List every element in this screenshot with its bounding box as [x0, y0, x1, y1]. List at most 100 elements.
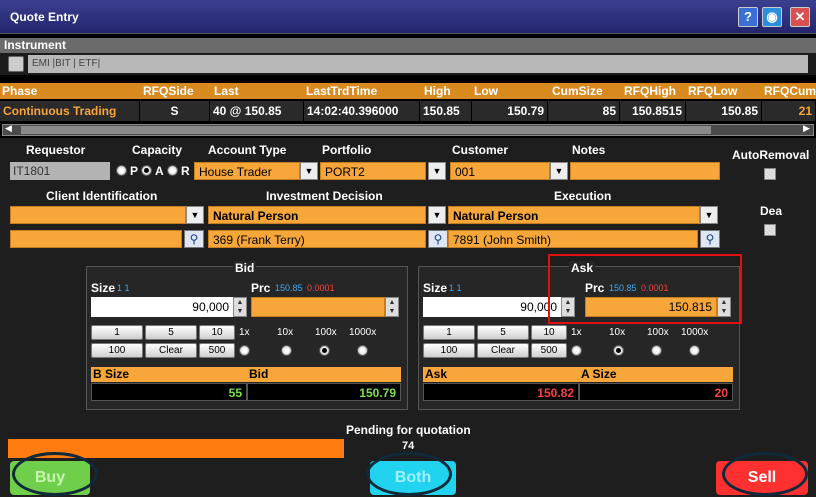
- chevron-down-icon[interactable]: ▼: [428, 206, 446, 224]
- capacity-radio-r[interactable]: [167, 165, 178, 176]
- bid-mult-1x-radio[interactable]: [239, 345, 250, 356]
- bid-panel: Bid Size 1 1 Prc 150.85 0.0001 90,000 ▲ ▼…: [86, 261, 408, 410]
- quote-form: Requestor Capacity Account Type Portfoli…: [0, 138, 816, 438]
- col-low: Low: [474, 84, 498, 98]
- capacity-option-p: P: [130, 164, 139, 178]
- ask-size-input[interactable]: 90,000: [423, 297, 561, 317]
- chevron-down-icon[interactable]: ▼: [186, 206, 204, 224]
- instrument-toggle-icon[interactable]: [8, 56, 24, 72]
- close-icon[interactable]: ✕: [790, 7, 810, 27]
- bid-mult-1000x-radio[interactable]: [357, 345, 368, 356]
- search-icon[interactable]: ⚲: [428, 230, 448, 248]
- ask-title: Ask: [569, 261, 596, 275]
- ask-mult-100x-radio[interactable]: [651, 345, 662, 356]
- chevron-down-icon[interactable]: ▼: [550, 162, 568, 180]
- bid-prc-hint-a: 150.85: [275, 283, 303, 293]
- chevron-down-icon[interactable]: ▼: [700, 206, 718, 224]
- dea-checkbox[interactable]: [764, 224, 776, 236]
- horizontal-scrollbar[interactable]: ◀ ▶: [2, 123, 814, 136]
- client-id-input[interactable]: [10, 230, 182, 248]
- sell-button[interactable]: Sell: [716, 461, 808, 495]
- ask-size-stepper[interactable]: ▲ ▼: [561, 297, 575, 317]
- bid-mult-100x-radio[interactable]: [319, 345, 330, 356]
- table-row[interactable]: Continuous Trading S 40 @ 150.85 14:02:4…: [0, 101, 816, 121]
- autoremoval-label: AutoRemoval: [732, 148, 810, 162]
- ask-qty-10-button[interactable]: 10: [531, 325, 567, 340]
- investment-select[interactable]: Natural Person: [208, 206, 426, 224]
- scroll-thumb[interactable]: [21, 126, 711, 134]
- cell-low: 150.79: [472, 101, 548, 121]
- chevron-down-icon[interactable]: ▼: [300, 162, 318, 180]
- col-cumsize: CumSize: [552, 84, 603, 98]
- bid-mult-100x-label: 100x: [315, 327, 337, 338]
- ask-qty-5-button[interactable]: 5: [477, 325, 529, 340]
- ask-mult-1x-radio[interactable]: [571, 345, 582, 356]
- bid-price-stepper[interactable]: ▲ ▼: [385, 297, 399, 317]
- col-rfqhigh: RFQHigh: [624, 84, 676, 98]
- chevron-down-icon[interactable]: ▼: [428, 162, 446, 180]
- bid-qty-100-button[interactable]: 100: [91, 343, 143, 358]
- bid-clear-button[interactable]: Clear: [145, 343, 197, 358]
- scroll-right-icon[interactable]: ▶: [803, 123, 810, 134]
- bid-size-label: Size: [91, 281, 116, 295]
- customer-select[interactable]: 001: [450, 162, 550, 180]
- bid-qty-500-button[interactable]: 500: [199, 343, 235, 358]
- quotation-progress: [8, 439, 344, 458]
- ask-qty-100-button[interactable]: 100: [423, 343, 475, 358]
- investment-person-input[interactable]: 369 (Frank Terry): [208, 230, 426, 248]
- bid-price-input[interactable]: [251, 297, 385, 317]
- bid-mult-10x-radio[interactable]: [281, 345, 292, 356]
- client-id-select[interactable]: [10, 206, 186, 224]
- execution-person-input[interactable]: 7891 (John Smith): [448, 230, 698, 248]
- ask-price-input[interactable]: 150.815: [585, 297, 717, 317]
- globe-icon[interactable]: ◉: [762, 7, 782, 27]
- bid-prc-label: Prc: [251, 281, 271, 295]
- execution-select[interactable]: Natural Person: [448, 206, 700, 224]
- bid-size-input[interactable]: 90,000: [91, 297, 233, 317]
- capacity-option-a: A: [155, 164, 164, 178]
- requestor-field[interactable]: IT1801: [10, 162, 110, 180]
- instrument-input[interactable]: EMI |BIT | ETF|: [28, 55, 808, 73]
- col-rfqside: RFQSide: [143, 84, 194, 98]
- ask-sum-size-value: 20: [579, 383, 733, 401]
- window-title: Quote Entry: [10, 10, 79, 24]
- both-button[interactable]: Both: [370, 461, 456, 495]
- requestor-label: Requestor: [26, 143, 86, 157]
- portfolio-select[interactable]: PORT2: [320, 162, 426, 180]
- buy-button[interactable]: Buy: [10, 461, 90, 495]
- ask-mult-10x-radio[interactable]: [613, 345, 624, 356]
- notes-input[interactable]: [570, 162, 720, 180]
- capacity-radio-a[interactable]: [141, 165, 152, 176]
- bid-mult-1x-label: 1x: [239, 327, 250, 338]
- bid-qty-10-button[interactable]: 10: [199, 325, 235, 340]
- ask-qty-500-button[interactable]: 500: [531, 343, 567, 358]
- autoremoval-checkbox[interactable]: [764, 168, 776, 180]
- bid-qty-5-button[interactable]: 5: [145, 325, 197, 340]
- ask-sum-price-value: 150.82: [423, 383, 579, 401]
- bid-mult-10x-label: 10x: [277, 327, 294, 338]
- cell-last: 40 @ 150.85: [210, 101, 304, 121]
- notes-label: Notes: [572, 143, 606, 157]
- col-lasttrdtime: LastTrdTime: [306, 84, 378, 98]
- ask-price-stepper[interactable]: ▲ ▼: [717, 297, 731, 317]
- search-icon[interactable]: ⚲: [184, 230, 204, 248]
- bid-sum-size-value: 55: [91, 383, 247, 401]
- capacity-label: Capacity: [132, 143, 183, 157]
- col-rfqlow: RFQLow: [688, 84, 738, 98]
- help-icon[interactable]: ?: [738, 7, 758, 27]
- customer-label: Customer: [452, 143, 509, 157]
- ask-mult-1000x-radio[interactable]: [689, 345, 700, 356]
- ask-prc-label: Prc: [585, 281, 605, 295]
- ask-clear-button[interactable]: Clear: [477, 343, 529, 358]
- capacity-radio-p[interactable]: [116, 165, 127, 176]
- col-high: High: [424, 84, 451, 98]
- bid-title: Bid: [233, 261, 257, 275]
- bid-prc-hint-b: 0.0001: [307, 283, 335, 293]
- bid-size-stepper[interactable]: ▲ ▼: [233, 297, 247, 317]
- scroll-left-icon[interactable]: ◀: [5, 123, 12, 134]
- bid-qty-1-button[interactable]: 1: [91, 325, 143, 340]
- countdown: 74: [402, 440, 415, 452]
- search-icon[interactable]: ⚲: [700, 230, 720, 248]
- account-type-select[interactable]: House Trader: [194, 162, 300, 180]
- ask-qty-1-button[interactable]: 1: [423, 325, 475, 340]
